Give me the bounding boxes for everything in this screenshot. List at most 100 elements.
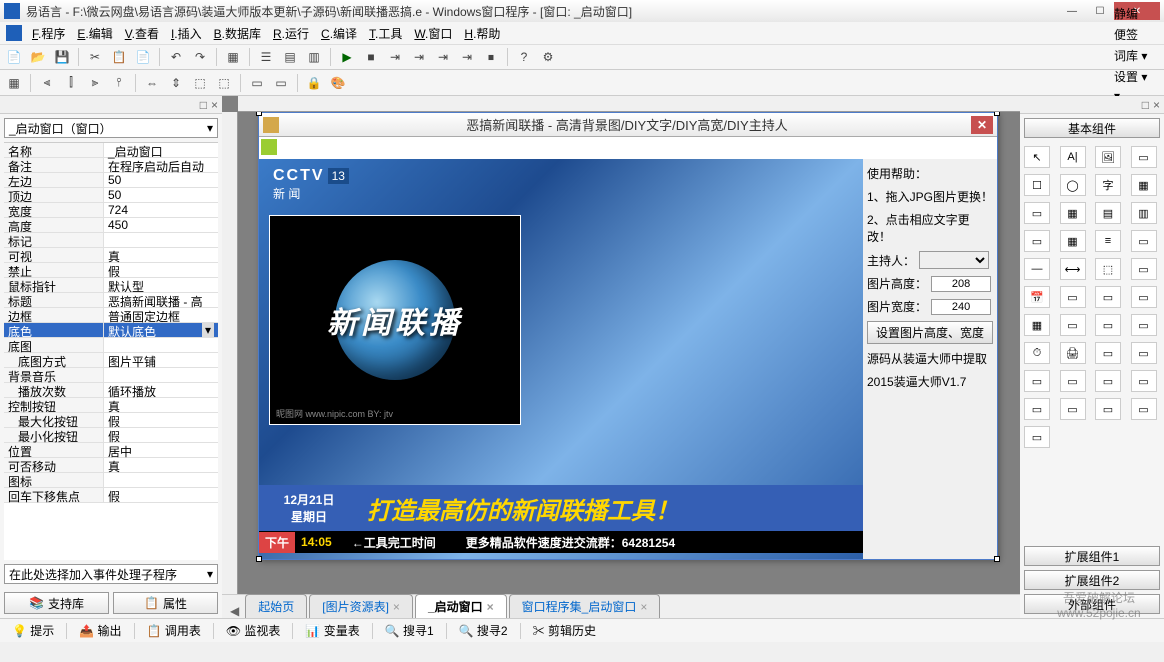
- cut-icon[interactable]: ✂: [85, 47, 105, 67]
- tab-close-icon[interactable]: ×: [487, 600, 494, 614]
- component-item[interactable]: ▭: [1131, 146, 1157, 168]
- color-icon[interactable]: 🎨: [328, 73, 348, 93]
- menu-right-item[interactable]: 词库 ▾: [1106, 45, 1158, 66]
- resize-handle[interactable]: [256, 112, 262, 116]
- layout1-icon[interactable]: ☰: [256, 47, 276, 67]
- form-designer[interactable]: 恶搞新闻联播 - 高清背景图/DIY文字/DIY高宽/DIY主持人 ✕ CCTV…: [258, 112, 998, 560]
- help-icon[interactable]: ?: [514, 47, 534, 67]
- property-row[interactable]: 最小化按钮假: [4, 428, 218, 443]
- minimize-button[interactable]: —: [1058, 2, 1086, 20]
- align-center-icon[interactable]: ⫿: [61, 73, 81, 93]
- component-item[interactable]: ▭: [1024, 398, 1050, 420]
- component-item[interactable]: ▭: [1060, 314, 1086, 336]
- bottom-tab[interactable]: 🔍 搜寻1: [379, 620, 440, 641]
- ext-component-button[interactable]: 外部组件: [1024, 594, 1160, 614]
- component-item[interactable]: ▭: [1024, 202, 1050, 224]
- set-size-button[interactable]: 设置图片高度、宽度: [867, 321, 993, 344]
- component-item[interactable]: ≡: [1095, 230, 1121, 252]
- component-item[interactable]: ▭: [1095, 398, 1121, 420]
- back-icon[interactable]: ▭: [271, 73, 291, 93]
- component-item[interactable]: 字: [1095, 174, 1121, 196]
- tab-close-icon[interactable]: ×: [640, 600, 647, 614]
- property-tab[interactable]: 📋 属性: [113, 592, 218, 614]
- property-row[interactable]: 图标: [4, 473, 218, 488]
- component-item[interactable]: ▭: [1060, 286, 1086, 308]
- component-item[interactable]: ⟷: [1060, 258, 1086, 280]
- component-header[interactable]: 基本组件: [1024, 118, 1160, 138]
- component-item[interactable]: ▭: [1024, 230, 1050, 252]
- property-row[interactable]: 底图方式图片平铺: [4, 353, 218, 368]
- bottom-tab[interactable]: 📋 调用表: [141, 620, 207, 641]
- component-item[interactable]: ▭: [1131, 314, 1157, 336]
- panel-pin-icon[interactable]: □: [200, 98, 207, 112]
- bottom-tab[interactable]: 👁 监视表: [220, 620, 287, 641]
- component-item[interactable]: ▦: [1060, 230, 1086, 252]
- step4-icon[interactable]: ⇥: [457, 47, 477, 67]
- property-row[interactable]: 可否移动真: [4, 458, 218, 473]
- component-item[interactable]: ▤: [1095, 202, 1121, 224]
- component-item[interactable]: ⬚: [1095, 258, 1121, 280]
- support-lib-tab[interactable]: 📚 支持库: [4, 592, 109, 614]
- menu-item[interactable]: I.插入: [165, 25, 208, 43]
- panel-pin-icon[interactable]: □: [1142, 98, 1149, 112]
- menu-item[interactable]: R.运行: [267, 25, 315, 43]
- component-item[interactable]: ▭: [1131, 258, 1157, 280]
- property-row[interactable]: 位置居中: [4, 443, 218, 458]
- component-item[interactable]: —: [1024, 258, 1050, 280]
- resize-handle[interactable]: [994, 112, 1000, 116]
- bottom-tab[interactable]: 📤 输出: [73, 620, 127, 641]
- object-combo[interactable]: _启动窗口（窗口）▾: [4, 118, 218, 138]
- form-close-icon[interactable]: ✕: [971, 116, 993, 134]
- img-width-input[interactable]: [931, 299, 991, 315]
- property-grid[interactable]: 名称_启动窗口备注在程序启动后自动左边50顶边50宽度724高度450标记可视真…: [4, 142, 218, 560]
- step3-icon[interactable]: ⇥: [433, 47, 453, 67]
- property-row[interactable]: 回车下移焦点假: [4, 488, 218, 503]
- component-item[interactable]: ▭: [1060, 370, 1086, 392]
- component-item[interactable]: ▭: [1024, 370, 1050, 392]
- component-item[interactable]: 🖼: [1095, 146, 1121, 168]
- resize-handle[interactable]: [256, 556, 262, 562]
- component-item[interactable]: ▭: [1024, 426, 1050, 448]
- panel-close-icon[interactable]: ×: [211, 98, 218, 112]
- property-row[interactable]: 底色默认底色 ▾: [4, 323, 218, 338]
- component-item[interactable]: ▦: [1024, 314, 1050, 336]
- property-row[interactable]: 宽度724: [4, 203, 218, 218]
- new-icon[interactable]: 📄: [4, 47, 24, 67]
- component-item[interactable]: ▭: [1060, 398, 1086, 420]
- property-row[interactable]: 禁止假: [4, 263, 218, 278]
- document-tab[interactable]: 窗口程序集_启动窗口×: [509, 594, 661, 618]
- component-item[interactable]: ☐: [1024, 174, 1050, 196]
- align-left-icon[interactable]: ⫷: [37, 73, 57, 93]
- save-icon[interactable]: 💾: [52, 47, 72, 67]
- step-icon[interactable]: ⇥: [385, 47, 405, 67]
- property-row[interactable]: 名称_启动窗口: [4, 143, 218, 158]
- property-row[interactable]: 可视真: [4, 248, 218, 263]
- tool-icon[interactable]: ▦: [223, 47, 243, 67]
- menu-item[interactable]: F.程序: [26, 25, 71, 43]
- bottom-tab[interactable]: 💡 提示: [6, 620, 60, 641]
- bottom-tab[interactable]: 🔍 搜寻2: [453, 620, 514, 641]
- menu-item[interactable]: W.窗口: [408, 25, 458, 43]
- menu-right-item[interactable]: 设置 ▾: [1106, 66, 1158, 87]
- component-item[interactable]: ▭: [1095, 370, 1121, 392]
- dist-h-icon[interactable]: ⇔: [142, 73, 162, 93]
- redo-icon[interactable]: ↷: [190, 47, 210, 67]
- property-row[interactable]: 底图: [4, 338, 218, 353]
- bottom-tab[interactable]: ✂ 剪辑历史: [527, 620, 602, 641]
- align-right-icon[interactable]: ⫸: [85, 73, 105, 93]
- menu-right-item[interactable]: 便签: [1106, 24, 1158, 45]
- resize-handle[interactable]: [994, 556, 1000, 562]
- component-item[interactable]: ▦: [1131, 174, 1157, 196]
- ext-component-button[interactable]: 扩展组件2: [1024, 570, 1160, 590]
- undo-icon[interactable]: ↶: [166, 47, 186, 67]
- layout2-icon[interactable]: ▤: [280, 47, 300, 67]
- property-row[interactable]: 高度450: [4, 218, 218, 233]
- document-tab[interactable]: _启动窗口×: [415, 594, 507, 618]
- component-item[interactable]: 🖨: [1060, 342, 1086, 364]
- dist-v-icon[interactable]: ⇕: [166, 73, 186, 93]
- component-item[interactable]: ◯: [1060, 174, 1086, 196]
- open-icon[interactable]: 📂: [28, 47, 48, 67]
- host-select[interactable]: [919, 251, 989, 269]
- document-tab[interactable]: 起始页: [245, 594, 307, 618]
- tab-close-icon[interactable]: ×: [393, 600, 400, 614]
